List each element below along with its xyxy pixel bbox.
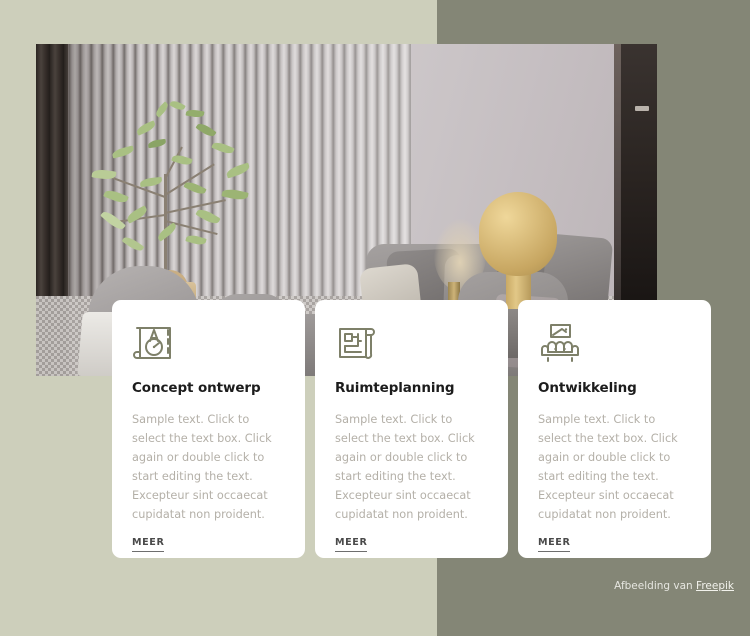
card-more-link[interactable]: MEER <box>335 537 368 552</box>
floor-plan-icon <box>335 322 377 362</box>
card-title: Ruimteplanning <box>335 380 455 396</box>
feature-card-concept-ontwerp[interactable]: Concept ontwerp Sample text. Click to se… <box>112 300 305 558</box>
card-body: Sample text. Click to select the text bo… <box>538 413 678 521</box>
card-body: Sample text. Click to select the text bo… <box>132 413 272 521</box>
page-root: Concept ontwerp Sample text. Click to se… <box>0 0 750 636</box>
feature-card-ruimteplanning[interactable]: Ruimteplanning Sample text. Click to sel… <box>315 300 508 558</box>
attribution-prefix: Afbeelding van <box>614 580 693 592</box>
feature-card-ontwikkeling[interactable]: Ontwikkeling Sample text. Click to selec… <box>518 300 711 558</box>
card-more-link[interactable]: MEER <box>538 537 571 552</box>
attribution-freepik-link[interactable]: Freepik <box>696 580 734 592</box>
card-more-link[interactable]: MEER <box>132 537 165 552</box>
image-attribution: Afbeelding van Freepik <box>614 580 734 592</box>
hero-lamp-shade <box>479 192 557 276</box>
drafting-design-icon <box>132 322 174 362</box>
card-title: Ontwikkeling <box>538 380 637 396</box>
card-body: Sample text. Click to select the text bo… <box>335 413 475 521</box>
hero-door-handle <box>635 106 649 111</box>
card-title: Concept ontwerp <box>132 380 261 396</box>
sofa-frame-icon <box>538 322 580 362</box>
